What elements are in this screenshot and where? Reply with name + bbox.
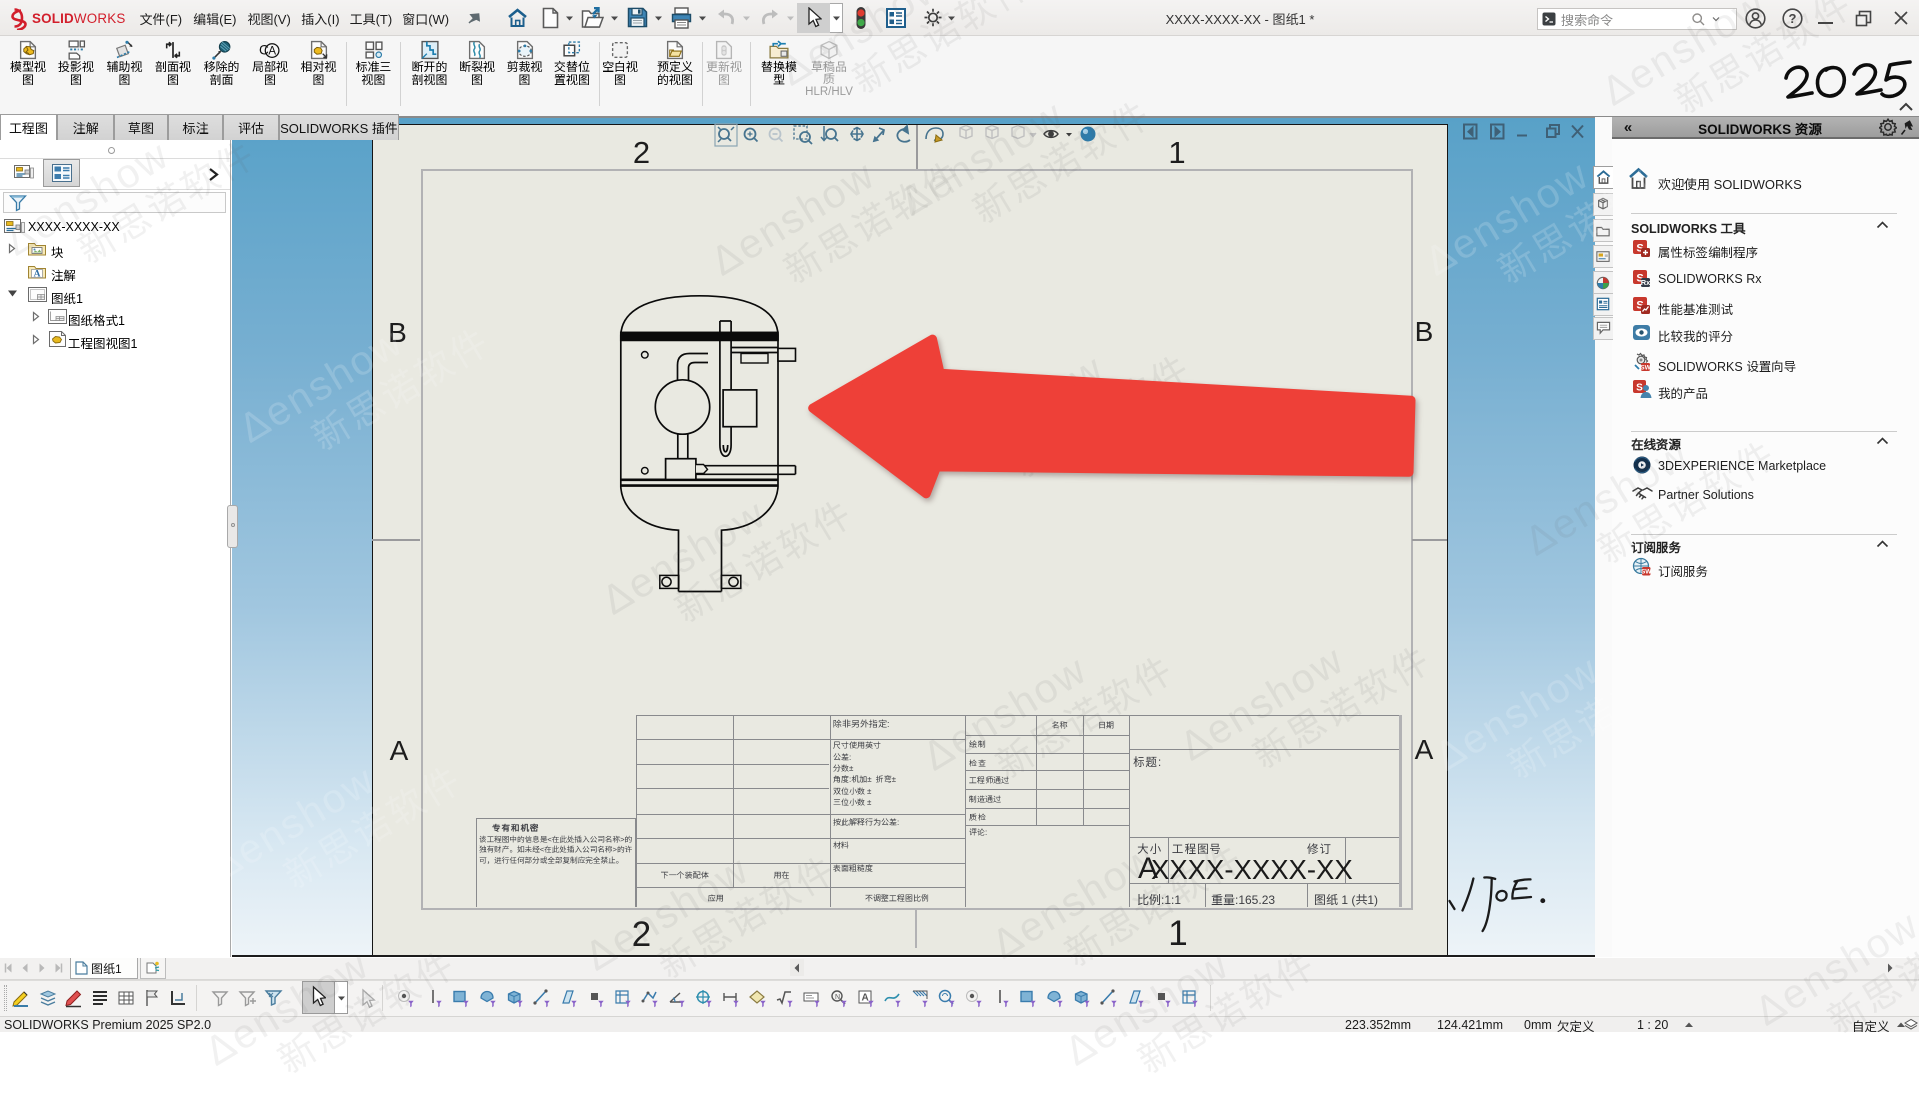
svg-text:?: ? bbox=[1789, 11, 1797, 26]
svg-text:SOLIDWORKS: SOLIDWORKS bbox=[32, 11, 126, 26]
svg-text:N: N bbox=[835, 994, 840, 1001]
svg-text:A: A bbox=[34, 270, 41, 279]
svg-text:A: A bbox=[862, 993, 869, 1004]
svg-text:SW: SW bbox=[1641, 569, 1652, 576]
svg-text:S: S bbox=[1636, 383, 1643, 394]
svg-text:Rx: Rx bbox=[1641, 278, 1651, 287]
svg-text:SW: SW bbox=[1640, 365, 1651, 372]
